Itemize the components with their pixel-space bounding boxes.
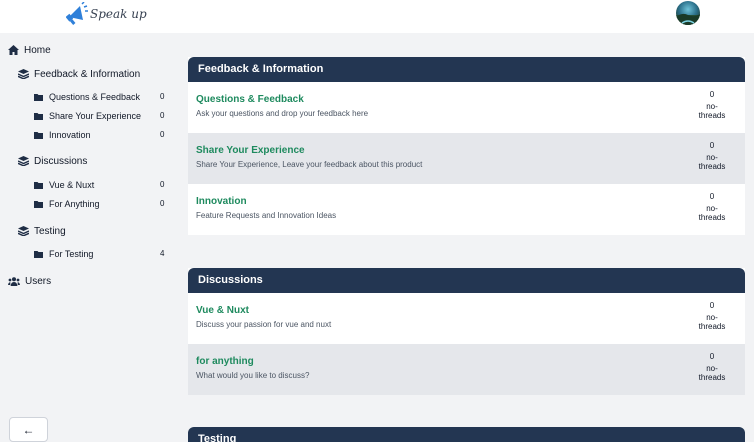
megaphone-icon [66,2,88,25]
thread-count-label: no-threads [698,153,726,171]
forum-description: Share Your Experience, Leave your feedba… [196,160,423,169]
sidebar-item-label: For Testing [49,249,94,259]
sidebar-group-discussions[interactable]: Discussions [18,153,87,169]
forum-title[interactable]: Vue & Nuxt [196,305,249,316]
thread-count-number: 0 [709,301,715,310]
logo-text: Speak up [90,7,147,21]
arrow-left-icon: ← [22,422,35,437]
thread-count: 0 no-threads [696,352,728,382]
sidebar-group-label: Testing [34,225,66,237]
sidebar-item-users[interactable]: Users [8,273,51,289]
top-bar: Speak up [0,0,754,33]
thread-count: 0 no-threads [696,192,728,222]
sidebar-item-questions-feedback[interactable]: Questions & Feedback [34,89,140,105]
sidebar-group-feedback[interactable]: Feedback & Information [18,66,140,82]
sidebar-item-label: Innovation [49,130,91,140]
home-icon [8,45,19,55]
forum-description: Ask your questions and drop your feedbac… [196,109,369,118]
sidebar-item-vue-nuxt[interactable]: Vue & Nuxt [34,177,94,193]
thread-count-label: no-threads [698,204,726,222]
forum-title[interactable]: for anything [196,356,254,367]
layers-icon [18,226,29,236]
section-testing: Testing [188,427,745,442]
thread-count: 0 no-threads [696,301,728,331]
sidebar-group-label: Feedback & Information [34,68,141,80]
user-avatar[interactable] [676,1,700,25]
forum-row-vue-nuxt[interactable]: Vue & Nuxt Discuss your passion for vue … [188,293,745,344]
thread-count-label: no-threads [698,313,726,331]
section-feedback-information: Feedback & Information Questions & Feedb… [188,57,745,235]
forum-description: Feature Requests and Innovation Ideas [196,211,337,220]
sidebar-item-for-anything[interactable]: For Anything [34,196,100,212]
sidebar-item-label: Share Your Experience [49,111,142,121]
thread-count: 0 no-threads [696,141,728,171]
sidebar-item-count: 0 [160,130,165,139]
app-logo[interactable]: Speak up [66,2,147,26]
layers-icon [18,156,29,166]
sidebar-item-label: Home [24,44,51,56]
avatar-image [676,13,700,25]
sidebar: Home Feedback & Information Questions & … [0,33,170,442]
thread-count-label: no-threads [698,364,726,382]
layers-icon [18,69,29,79]
back-button[interactable]: ← [9,417,48,442]
forum-description: What would you like to discuss? [196,371,310,380]
forum-row-for-anything[interactable]: for anything What would you like to disc… [188,344,745,395]
forum-description: Discuss your passion for vue and nuxt [196,320,332,329]
folder-icon [34,113,43,120]
folder-icon [34,182,43,189]
forum-row-questions-feedback[interactable]: Questions & Feedback Ask your questions … [188,82,745,133]
section-discussions: Discussions Vue & Nuxt Discuss your pass… [188,268,745,395]
sidebar-item-share-experience[interactable]: Share Your Experience [34,108,141,124]
sidebar-item-label: Questions & Feedback [49,92,141,102]
sidebar-item-count: 0 [160,111,165,120]
sidebar-item-for-testing[interactable]: For Testing [34,246,93,262]
sidebar-item-home[interactable]: Home [8,42,51,58]
section-title: Feedback & Information [188,57,745,82]
sidebar-item-count: 0 [160,199,165,208]
sidebar-item-innovation[interactable]: Innovation [34,127,91,143]
forum-title[interactable]: Questions & Feedback [196,94,304,105]
sidebar-group-label: Discussions [34,155,88,167]
forum-row-innovation[interactable]: Innovation Feature Requests and Innovati… [188,184,745,235]
sidebar-group-testing[interactable]: Testing [18,223,66,239]
thread-count-label: no-threads [698,102,726,120]
folder-icon [34,251,43,258]
sidebar-item-count: 4 [160,249,165,258]
sidebar-item-label: For Anything [49,199,100,209]
users-icon [8,276,20,286]
folder-icon [34,94,43,101]
thread-count-number: 0 [709,192,715,201]
section-title: Testing [188,427,745,442]
thread-count-number: 0 [709,141,715,150]
section-title: Discussions [188,268,745,293]
sidebar-item-label: Users [25,275,52,287]
sidebar-item-label: Vue & Nuxt [49,180,95,190]
thread-count-number: 0 [709,352,715,361]
thread-count-number: 0 [709,90,715,99]
folder-icon [34,201,43,208]
forum-title[interactable]: Share Your Experience [196,145,305,156]
folder-icon [34,132,43,139]
sidebar-item-count: 0 [160,180,165,189]
sidebar-item-count: 0 [160,92,165,101]
forum-row-share-experience[interactable]: Share Your Experience Share Your Experie… [188,133,745,184]
forum-title[interactable]: Innovation [196,196,247,207]
thread-count: 0 no-threads [696,90,728,120]
